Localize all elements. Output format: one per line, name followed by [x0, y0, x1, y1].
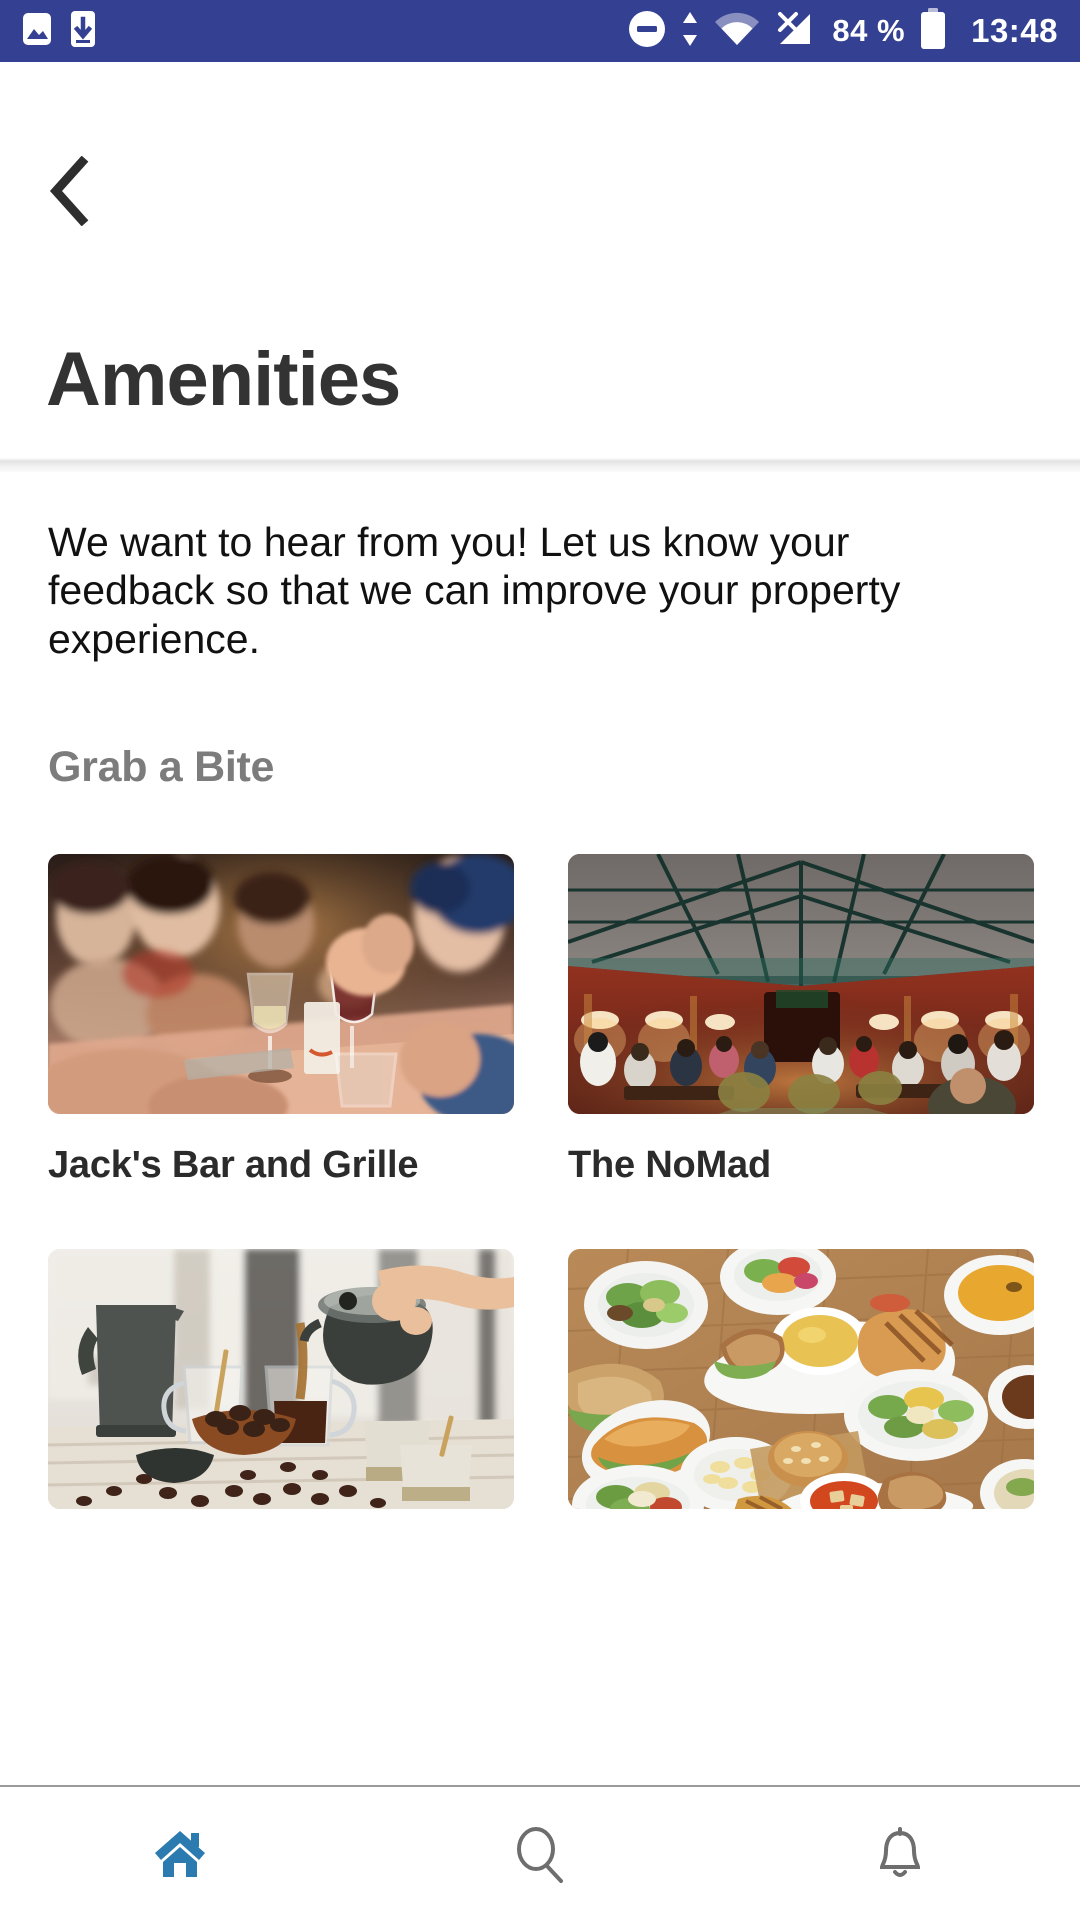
amenity-card-grid: Jack's Bar and Grille The NoMad	[48, 854, 1034, 1539]
back-button[interactable]	[30, 152, 108, 230]
chevron-left-icon	[49, 156, 89, 226]
status-bar-right-icons: 84 % 13:48	[628, 7, 1058, 55]
battery-icon	[919, 7, 947, 55]
bottom-navigation-bar	[0, 1785, 1080, 1920]
card-image-coffee[interactable]	[48, 1249, 514, 1510]
amenity-card[interactable]	[48, 1249, 514, 1539]
main-content: We want to hear from you! Let us know yo…	[0, 518, 1080, 1539]
wifi-icon	[714, 11, 760, 52]
search-icon	[517, 1826, 563, 1883]
battery-percent-label: 84 %	[832, 13, 906, 48]
bell-icon	[879, 1826, 921, 1877]
page-title: Amenities	[46, 337, 401, 422]
card-image-the-nomad[interactable]	[568, 854, 1034, 1115]
amenity-card[interactable]: Jack's Bar and Grille	[48, 854, 514, 1187]
nav-item-notifications[interactable]	[720, 1787, 1080, 1920]
nav-item-search[interactable]	[360, 1787, 720, 1920]
cellular-signal-off-icon	[774, 10, 818, 53]
card-image-food-spread[interactable]	[568, 1249, 1034, 1510]
do-not-disturb-icon	[628, 10, 666, 53]
card-label: The NoMad	[568, 1144, 771, 1187]
download-to-phone-icon	[70, 10, 96, 53]
home-icon	[155, 1830, 205, 1877]
amenity-card[interactable]	[568, 1249, 1034, 1539]
card-label: Jack's Bar and Grille	[48, 1144, 419, 1187]
status-bar-clock: 13:48	[971, 12, 1058, 49]
status-bar-left-icons	[22, 10, 96, 53]
status-bar: 84 % 13:48	[0, 0, 1080, 62]
section-title-grab-a-bite: Grab a Bite	[48, 743, 275, 792]
image-icon	[22, 12, 52, 51]
header-divider	[0, 458, 1080, 472]
amenity-card[interactable]: The NoMad	[568, 854, 1034, 1187]
card-image-jacks-bar-and-grille[interactable]	[48, 854, 514, 1115]
data-transfer-icon	[680, 10, 700, 53]
page-header: Amenities	[0, 62, 1080, 472]
intro-paragraph: We want to hear from you! Let us know yo…	[48, 519, 901, 662]
nav-item-home[interactable]	[0, 1787, 360, 1920]
